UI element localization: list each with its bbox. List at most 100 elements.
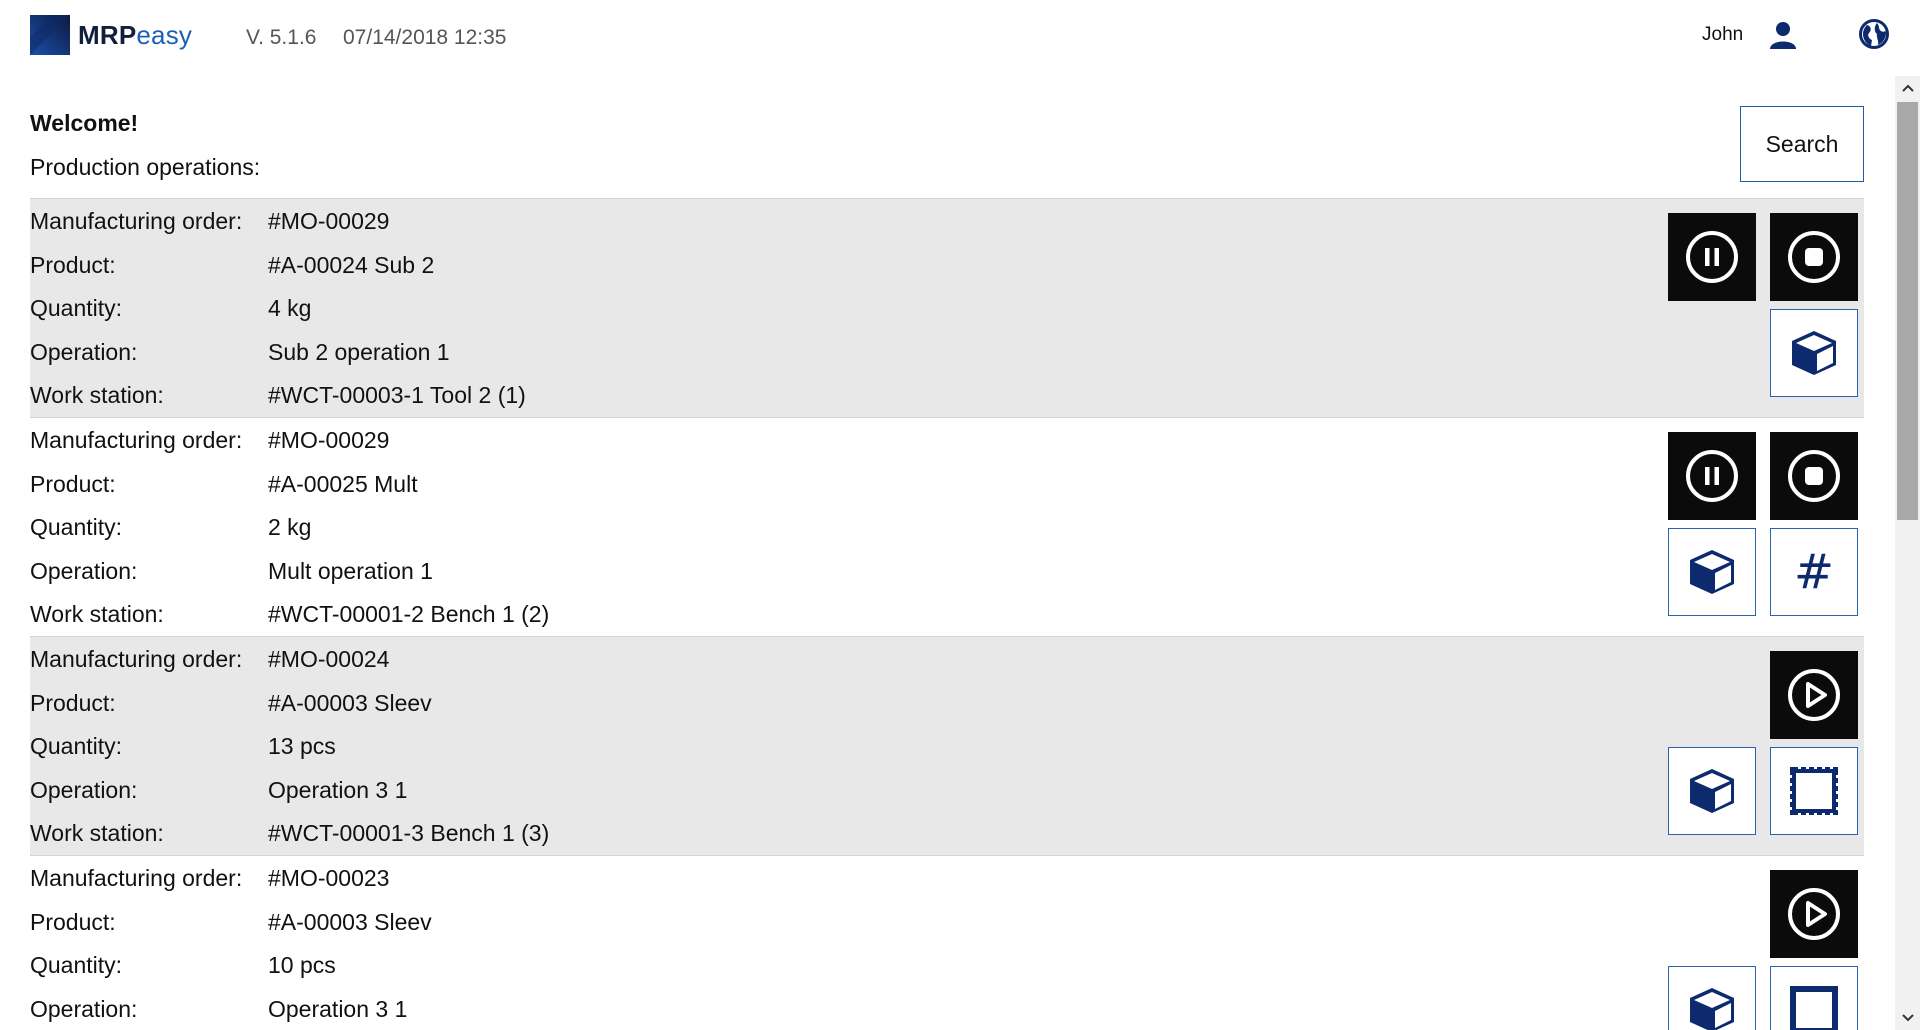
product-row: Product: #A-00003 Sleev	[30, 904, 432, 940]
operation-row: Operation: Operation 3 1	[30, 772, 407, 808]
mo-label: Manufacturing order:	[30, 427, 243, 453]
pause-icon	[1686, 450, 1738, 502]
materials-button[interactable]	[1668, 528, 1756, 616]
operation-row: Operation: Sub 2 operation 1	[30, 334, 450, 370]
pause-button[interactable]	[1668, 213, 1756, 301]
operation-label: Operation:	[30, 777, 138, 803]
hash-icon: #	[1793, 544, 1835, 600]
pause-icon	[1686, 231, 1738, 283]
current-datetime: 07/14/2018 12:35	[343, 26, 507, 49]
product-value: #A-00024 Sub 2	[268, 252, 435, 278]
serial-number-button[interactable]: #	[1770, 528, 1858, 616]
materials-button[interactable]	[1668, 966, 1756, 1030]
quantity-row: Quantity: 13 pcs	[30, 728, 336, 764]
start-button[interactable]	[1770, 870, 1858, 958]
product-value: #A-00025 Mult	[268, 471, 418, 497]
chevron-down-icon	[1901, 1014, 1914, 1022]
operation-label: Operation:	[30, 996, 138, 1022]
pause-button[interactable]	[1668, 432, 1756, 520]
workstation-label: Work station:	[30, 601, 164, 627]
operation-value: Operation 3 1	[268, 996, 408, 1022]
mo-row: Manufacturing order: #MO-00029	[30, 203, 389, 239]
frame-button[interactable]	[1770, 747, 1858, 835]
mo-value: #MO-00029	[268, 427, 390, 453]
quantity-label: Quantity:	[30, 295, 123, 321]
mo-row: Manufacturing order: #MO-00023	[30, 860, 389, 896]
operation-value: Sub 2 operation 1	[268, 339, 450, 365]
operation-card: Manufacturing order: #MO-00024 Product: #A…	[30, 636, 1864, 855]
start-button[interactable]	[1770, 651, 1858, 739]
workstation-row: Work station: #WCT-00003-1 Tool 2 (1)	[30, 377, 526, 413]
operation-value: Operation 3 1	[268, 777, 408, 803]
workstation-value: #WCT-00001-2 Bench 1 (2)	[268, 601, 550, 627]
brand-name: MRPeasy	[78, 19, 193, 50]
product-value: #A-00003 Sleev	[268, 690, 432, 716]
quantity-label: Quantity:	[30, 514, 123, 540]
quantity-value: 2 kg	[268, 514, 312, 540]
stop-button[interactable]	[1770, 213, 1858, 301]
workstation-label: Work station:	[30, 382, 164, 408]
box-icon	[1690, 769, 1734, 813]
operation-value: Mult operation 1	[268, 558, 433, 584]
logo-mark-icon	[30, 15, 70, 55]
operation-card: Manufacturing order: #MO-00029 Product: #A…	[30, 417, 1864, 636]
operation-label: Operation:	[30, 339, 138, 365]
materials-button[interactable]	[1770, 309, 1858, 397]
box-icon	[1792, 331, 1836, 375]
play-icon	[1788, 669, 1840, 721]
language-globe-icon[interactable]	[1858, 18, 1890, 50]
workstation-row: Work station: #WCT-00001-3 Bench 1 (3)	[30, 815, 549, 851]
quantity-label: Quantity:	[30, 952, 123, 978]
quantity-value: 4 kg	[268, 295, 312, 321]
app-version: V. 5.1.6	[246, 26, 317, 49]
quantity-label: Quantity:	[30, 733, 123, 759]
workstation-label: Work station:	[30, 820, 164, 846]
frame-icon	[1790, 986, 1838, 1030]
welcome-heading: Welcome!	[30, 110, 139, 136]
box-icon	[1690, 550, 1734, 594]
box-icon	[1690, 988, 1734, 1030]
operations-list: Manufacturing order: #MO-00029 Product: #A…	[30, 198, 1864, 1030]
product-label: Product:	[30, 471, 116, 497]
section-subtitle: Production operations:	[30, 154, 261, 180]
user-icon[interactable]	[1768, 20, 1798, 50]
product-value: #A-00003 Sleev	[268, 909, 432, 935]
quantity-value: 13 pcs	[268, 733, 336, 759]
workstation-row: Work station: #WCT-00001-2 Bench 1 (2)	[30, 596, 549, 632]
product-row: Product: #A-00024 Sub 2	[30, 247, 434, 283]
quantity-row: Quantity: 4 kg	[30, 290, 311, 326]
stop-button[interactable]	[1770, 432, 1858, 520]
mo-label: Manufacturing order:	[30, 646, 243, 672]
brand-logo[interactable]: MRPeasy	[30, 15, 192, 55]
quantity-value: 10 pcs	[268, 952, 336, 978]
user-name[interactable]: John	[1702, 24, 1743, 46]
scroll-down-button[interactable]	[1895, 1006, 1920, 1030]
mo-label: Manufacturing order:	[30, 208, 243, 234]
product-label: Product:	[30, 252, 116, 278]
operation-row: Operation: Operation 3 1	[30, 991, 407, 1027]
vertical-scrollbar[interactable]	[1895, 76, 1920, 1030]
quantity-row: Quantity: 2 kg	[30, 509, 311, 545]
scroll-thumb[interactable]	[1897, 102, 1918, 520]
frame-icon	[1790, 767, 1838, 815]
operation-card: Manufacturing order: #MO-00029 Product: #A…	[30, 198, 1864, 417]
workstation-value: #WCT-00001-3 Bench 1 (3)	[268, 820, 550, 846]
mo-value: #MO-00029	[268, 208, 390, 234]
mo-label: Manufacturing order:	[30, 865, 243, 891]
product-row: Product: #A-00003 Sleev	[30, 685, 432, 721]
operation-label: Operation:	[30, 558, 138, 584]
play-icon	[1788, 888, 1840, 940]
stop-icon	[1788, 450, 1840, 502]
scroll-up-button[interactable]	[1895, 76, 1920, 100]
mo-value: #MO-00024	[268, 646, 390, 672]
workstation-value: #WCT-00003-1 Tool 2 (1)	[268, 382, 526, 408]
frame-button[interactable]	[1770, 966, 1858, 1030]
quantity-row: Quantity: 10 pcs	[30, 947, 336, 983]
operation-card: Manufacturing order: #MO-00023 Product: #A…	[30, 855, 1864, 1030]
search-button[interactable]: Search	[1740, 106, 1864, 182]
operation-row: Operation: Mult operation 1	[30, 553, 433, 589]
product-label: Product:	[30, 690, 116, 716]
mo-row: Manufacturing order: #MO-00029	[30, 422, 389, 458]
mo-value: #MO-00023	[268, 865, 390, 891]
materials-button[interactable]	[1668, 747, 1756, 835]
